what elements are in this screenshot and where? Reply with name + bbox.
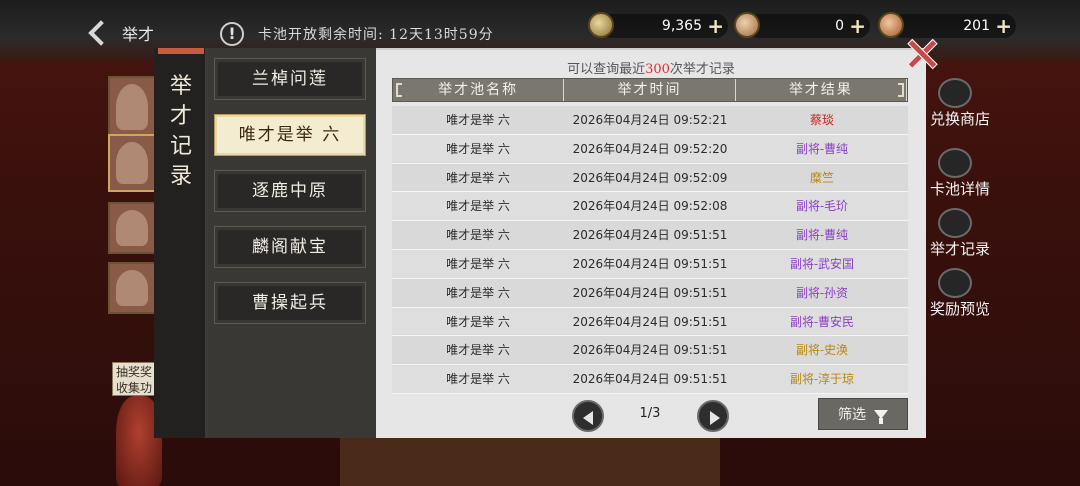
records-label: 举才记录 (930, 240, 991, 258)
cell-result: 副将-曹纯 (795, 228, 849, 243)
preview-icon (938, 268, 972, 298)
header-corner-ornament (898, 83, 904, 97)
magnifier-icon (938, 148, 972, 178)
cell-pool-name: 唯才是举 六 (446, 228, 510, 243)
cell-pool-name: 唯才是举 六 (446, 372, 510, 387)
cell-result: 副将-武安国 (789, 256, 855, 271)
cell-result: 副将-史涣 (795, 343, 849, 358)
table-row: 唯才是举 六 2026年04月24日 09:51:51 副将-曹纯 (392, 221, 908, 250)
resource-coin: 9,365 + (588, 12, 728, 38)
table-row: 唯才是举 六 2026年04月24日 09:51:51 副将-孙资 (392, 278, 908, 308)
cell-pool-name: 唯才是举 六 (446, 141, 510, 156)
cell-result: 副将-曹纯 (795, 141, 849, 156)
reward-preview-button[interactable]: 奖励预览 (930, 268, 1006, 318)
table-row: 唯才是举 六 2026年04月24日 09:51:51 副将-武安国 (392, 249, 908, 279)
resource-gem: 0 + (734, 12, 870, 38)
cell-pool-name: 唯才是举 六 (446, 199, 510, 214)
shop-label: 兑换商店 (930, 110, 991, 128)
cell-pool-name: 唯才是举 六 (446, 170, 510, 185)
coin-icon (588, 12, 614, 38)
token-icon (878, 12, 904, 38)
back-label: 举才 (122, 25, 155, 44)
header-corner-ornament (396, 83, 402, 97)
cell-time: 2026年04月24日 09:52:09 (572, 170, 728, 185)
tab-weicai-shiju-6[interactable]: 唯才是举 六 (214, 114, 366, 156)
character-card[interactable] (108, 134, 156, 192)
cell-time: 2026年04月24日 09:52:21 (572, 113, 728, 127)
cell-pool-name: 唯才是举 六 (446, 285, 510, 300)
table-row: 唯才是举 六 2026年04月24日 09:52:21 蔡琰 (392, 106, 908, 135)
chevron-left-icon (88, 20, 114, 46)
table-row: 唯才是举 六 2026年04月24日 09:51:51 副将-淳于琼 (392, 365, 908, 394)
notice-suffix: 次举才记录 (669, 62, 735, 77)
pool-details-button[interactable]: 卡池详情 (930, 148, 1006, 198)
cell-result: 蔡琰 (809, 113, 834, 127)
table-header: 举才池名称 举才时间 举才结果 (392, 78, 908, 102)
tab-zhulu-zhongyuan[interactable]: 逐鹿中原 (214, 170, 366, 212)
cell-pool-name: 唯才是举 六 (446, 256, 510, 271)
records-button[interactable]: 举才记录 (930, 208, 1006, 258)
page-indicator: 1/3 (639, 406, 661, 421)
add-gem-button[interactable]: + (849, 16, 866, 36)
cell-time: 2026年04月24日 09:51:51 (572, 256, 728, 271)
cell-result: 副将-曹安民 (789, 314, 855, 329)
cell-result: 糜竺 (809, 170, 834, 185)
notice-prefix: 可以查询最近 (567, 62, 646, 77)
tab-caocao-qibing[interactable]: 曹操起兵 (214, 282, 366, 324)
cell-result: 副将-毛玠 (795, 199, 849, 214)
filter-label: 筛选 (838, 407, 866, 423)
column-header-time: 举才时间 (564, 79, 736, 101)
funnel-icon (874, 409, 888, 424)
shop-icon (938, 78, 972, 108)
modal-title: 举才记录 (169, 74, 192, 189)
next-page-button[interactable] (697, 400, 729, 432)
tab-linge-xianbao[interactable]: 麟阁献宝 (214, 226, 366, 268)
table-row: 唯才是举 六 2026年04月24日 09:51:51 副将-史涣 (392, 336, 908, 366)
cell-time: 2026年04月24日 09:51:51 (572, 372, 728, 387)
character-card[interactable] (108, 262, 156, 314)
reward-preview-label: 奖励预览 (930, 300, 991, 318)
cell-time: 2026年04月24日 09:51:51 (572, 285, 728, 300)
cell-time: 2026年04月24日 09:52:08 (572, 199, 728, 214)
cell-time: 2026年04月24日 09:51:51 (572, 228, 728, 243)
resource-coin-value: 9,365 (661, 18, 702, 34)
cell-result: 副将-孙资 (795, 285, 849, 300)
add-coin-button[interactable]: + (707, 16, 724, 36)
cell-time: 2026年04月24日 09:51:51 (572, 314, 728, 329)
cell-pool-name: 唯才是举 六 (446, 113, 510, 127)
cell-result: 副将-淳于琼 (789, 372, 855, 387)
records-table: 唯才是举 六 2026年04月24日 09:52:21 蔡琰 唯才是举 六 2026年0… (392, 106, 908, 394)
cell-pool-name: 唯才是举 六 (446, 343, 510, 358)
cell-time: 2026年04月24日 09:52:20 (572, 141, 728, 156)
right-side-menu: 兑换商店 卡池详情 举才记录 奖励预览 (926, 62, 1080, 486)
gem-icon (734, 12, 760, 38)
records-notice: 可以查询最近300次举才记录 (376, 58, 926, 77)
resource-gem-value: 0 (835, 18, 844, 34)
bottom-bar (340, 436, 720, 486)
cell-time: 2026年04月24日 09:51:51 (572, 343, 728, 358)
cell-pool-name: 唯才是举 六 (446, 314, 510, 329)
resource-token-value: 201 (963, 18, 990, 34)
back-button[interactable]: 举才 (84, 18, 164, 48)
column-header-pool: 举才池名称 (393, 79, 565, 101)
add-token-button[interactable]: + (995, 16, 1012, 36)
brush-icon (938, 208, 972, 238)
column-header-result: 举才结果 (736, 79, 907, 101)
info-icon[interactable]: ! (220, 22, 244, 46)
character-card[interactable] (108, 76, 156, 138)
table-row: 唯才是举 六 2026年04月24日 09:52:08 副将-毛玠 (392, 192, 908, 222)
resource-token: 201 + (878, 12, 1016, 38)
table-row: 唯才是举 六 2026年04月24日 09:51:51 副将-曹安民 (392, 307, 908, 337)
pool-details-label: 卡池详情 (930, 180, 991, 198)
filter-button[interactable]: 筛选 (818, 398, 908, 430)
notice-count: 300 (645, 62, 670, 77)
tab-lanzhao-wenlian[interactable]: 兰棹问莲 (214, 58, 366, 100)
table-row: 唯才是举 六 2026年04月24日 09:52:20 副将-曹纯 (392, 134, 908, 164)
prev-page-button[interactable] (572, 400, 604, 432)
pool-timer: 卡池开放剩余时间: 12天13时59分 (258, 27, 494, 43)
character-card[interactable] (108, 202, 156, 254)
table-row: 唯才是举 六 2026年04月24日 09:52:09 糜竺 (392, 163, 908, 193)
shop-button[interactable]: 兑换商店 (930, 78, 1006, 128)
